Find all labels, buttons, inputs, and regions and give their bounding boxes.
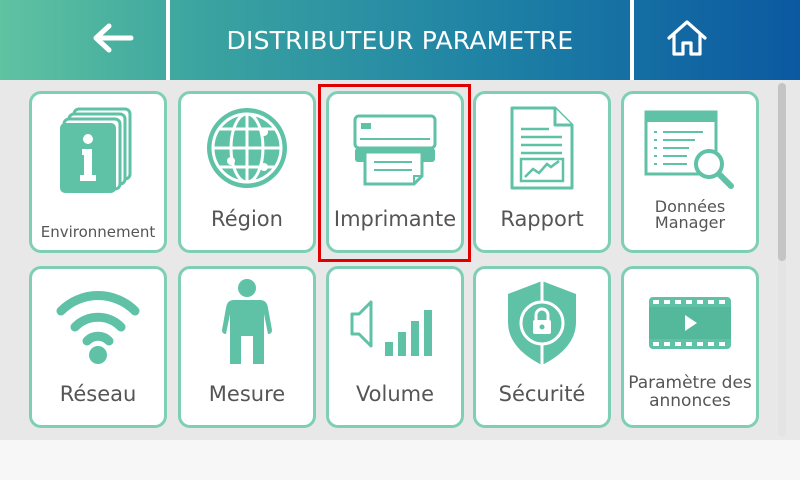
security-shield-icon <box>476 269 608 377</box>
tile-reseau[interactable]: Réseau <box>29 266 167 428</box>
tile-label: Réseau <box>59 382 137 406</box>
tile-label: Volume <box>355 382 435 406</box>
selection-highlight <box>318 84 471 262</box>
tile-region[interactable]: Région <box>178 91 316 253</box>
tile-label: Mesure <box>208 382 286 406</box>
tile-rapport[interactable]: Rapport <box>473 91 611 253</box>
report-icon <box>476 94 608 202</box>
video-icon <box>624 269 756 377</box>
home-button[interactable] <box>634 0 800 80</box>
info-cards-icon <box>32 94 164 202</box>
tile-donnees-manager[interactable]: Données Manager <box>621 91 759 253</box>
back-button[interactable] <box>0 0 166 80</box>
tile-label: Sécurité <box>498 382 586 406</box>
person-icon <box>181 269 313 377</box>
arrow-left-icon <box>31 22 135 58</box>
tile-securite[interactable]: Sécurité <box>473 266 611 428</box>
scrollbar-thumb[interactable] <box>778 83 786 261</box>
tile-volume[interactable]: Volume <box>326 266 464 428</box>
tile-mesure[interactable]: Mesure <box>178 266 316 428</box>
header-bar: DISTRIBUTEUR PARAMETRE <box>0 0 800 80</box>
tile-label: Paramètre des annonces <box>628 373 752 411</box>
data-search-icon <box>624 94 756 202</box>
volume-icon <box>329 269 461 377</box>
wifi-icon <box>32 269 164 377</box>
tile-label: Rapport <box>500 207 584 231</box>
page-title: DISTRIBUTEUR PARAMETRE <box>226 25 574 55</box>
home-icon <box>634 18 708 62</box>
footer-area <box>0 440 800 480</box>
tile-label: Région <box>211 207 283 231</box>
tile-label: Environnement <box>40 223 156 241</box>
tile-parametre-annonces[interactable]: Paramètre des annonces <box>621 266 759 428</box>
globe-icon <box>181 94 313 202</box>
tile-environnement[interactable]: Environnement <box>29 91 167 253</box>
tile-label: Données Manager <box>654 197 726 232</box>
